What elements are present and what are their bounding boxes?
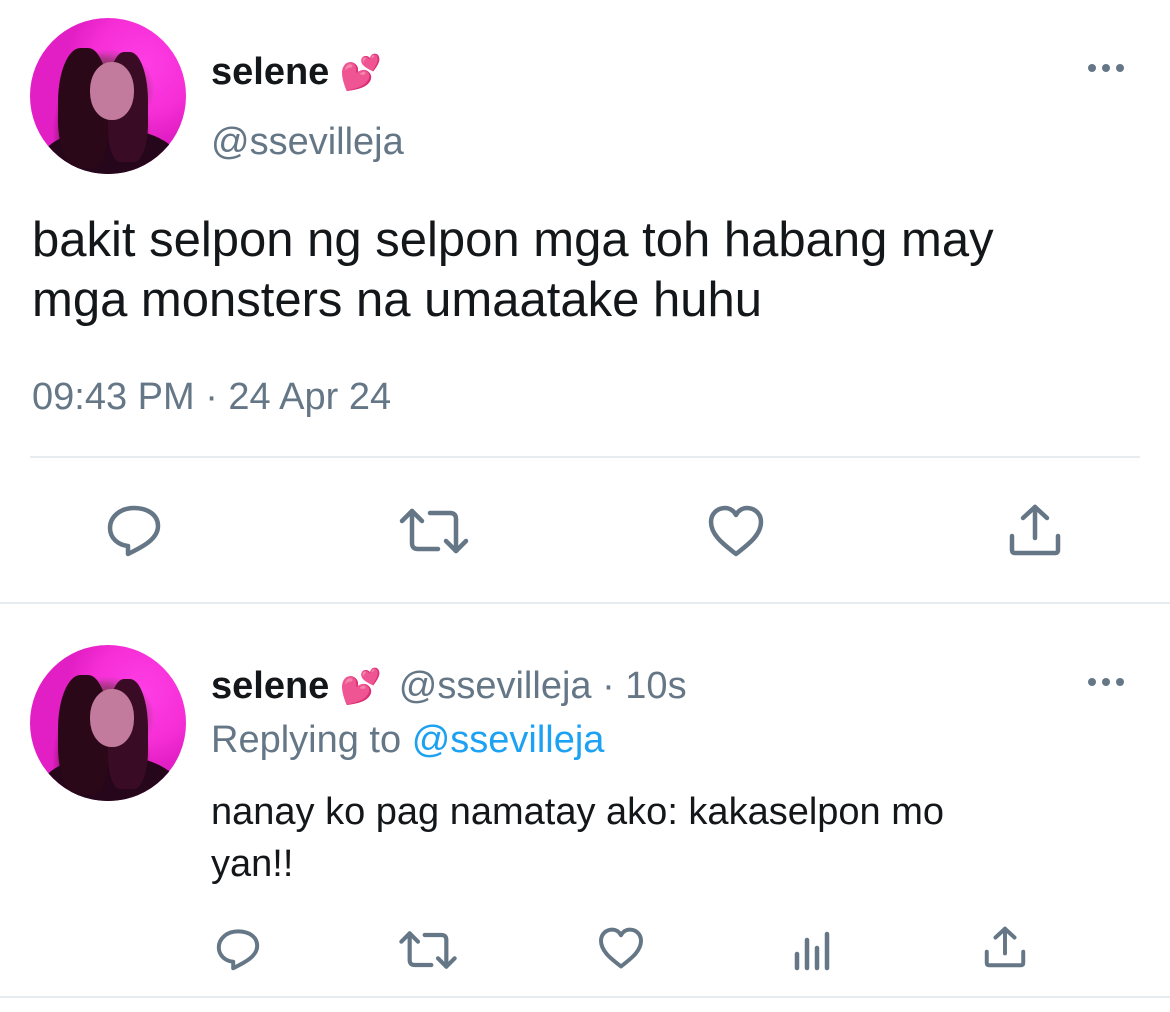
display-name[interactable]: selene [211, 665, 329, 707]
more-icon[interactable] [1086, 674, 1126, 690]
reply-icon[interactable] [104, 502, 164, 558]
heart-icon[interactable] [597, 926, 645, 970]
display-name[interactable]: selene 💕 [211, 50, 382, 95]
avatar[interactable] [30, 18, 186, 174]
share-icon[interactable] [1006, 502, 1064, 558]
more-icon[interactable] [1086, 60, 1126, 76]
divider [30, 456, 1140, 458]
retweet-icon[interactable] [398, 928, 458, 972]
user-handle[interactable]: @ssevilleja [211, 120, 404, 164]
heart-emoji: 💕 [339, 668, 383, 706]
reply-icon[interactable] [214, 926, 262, 972]
display-name-text: selene [211, 51, 330, 93]
retweet-icon[interactable] [398, 505, 470, 557]
reply-text-line: yan!! [211, 843, 294, 885]
tweet-timestamp[interactable]: 09:43 PM · 24 Apr 24 [32, 374, 391, 420]
tweet-text-line: mga monsters na umaatake huhu [32, 273, 762, 327]
tweet-text: bakit selpon ng selpon mga toh habang ma… [32, 210, 994, 330]
replying-to-label: Replying to [211, 719, 402, 761]
avatar[interactable] [30, 645, 186, 801]
replying-to-handle-link[interactable]: @ssevilleja [412, 719, 605, 761]
reply-text: nanay ko pag namatay ako: kakaselpon mo … [211, 786, 944, 890]
heart-emoji: 💕 [339, 54, 383, 92]
share-icon[interactable] [982, 924, 1028, 970]
handle-and-time[interactable]: @ssevilleja · 10s [399, 665, 687, 707]
replying-to: Replying to @ssevilleja [211, 718, 604, 762]
section-divider [0, 602, 1170, 604]
tweet-text-line: bakit selpon ng selpon mga toh habang ma… [32, 213, 994, 267]
analytics-icon[interactable] [792, 928, 834, 972]
bottom-divider [0, 996, 1170, 998]
reply-text-line: nanay ko pag namatay ako: kakaselpon mo [211, 791, 945, 833]
reply-header: selene 💕 @ssevilleja · 10s [211, 664, 687, 709]
heart-icon[interactable] [706, 504, 766, 558]
